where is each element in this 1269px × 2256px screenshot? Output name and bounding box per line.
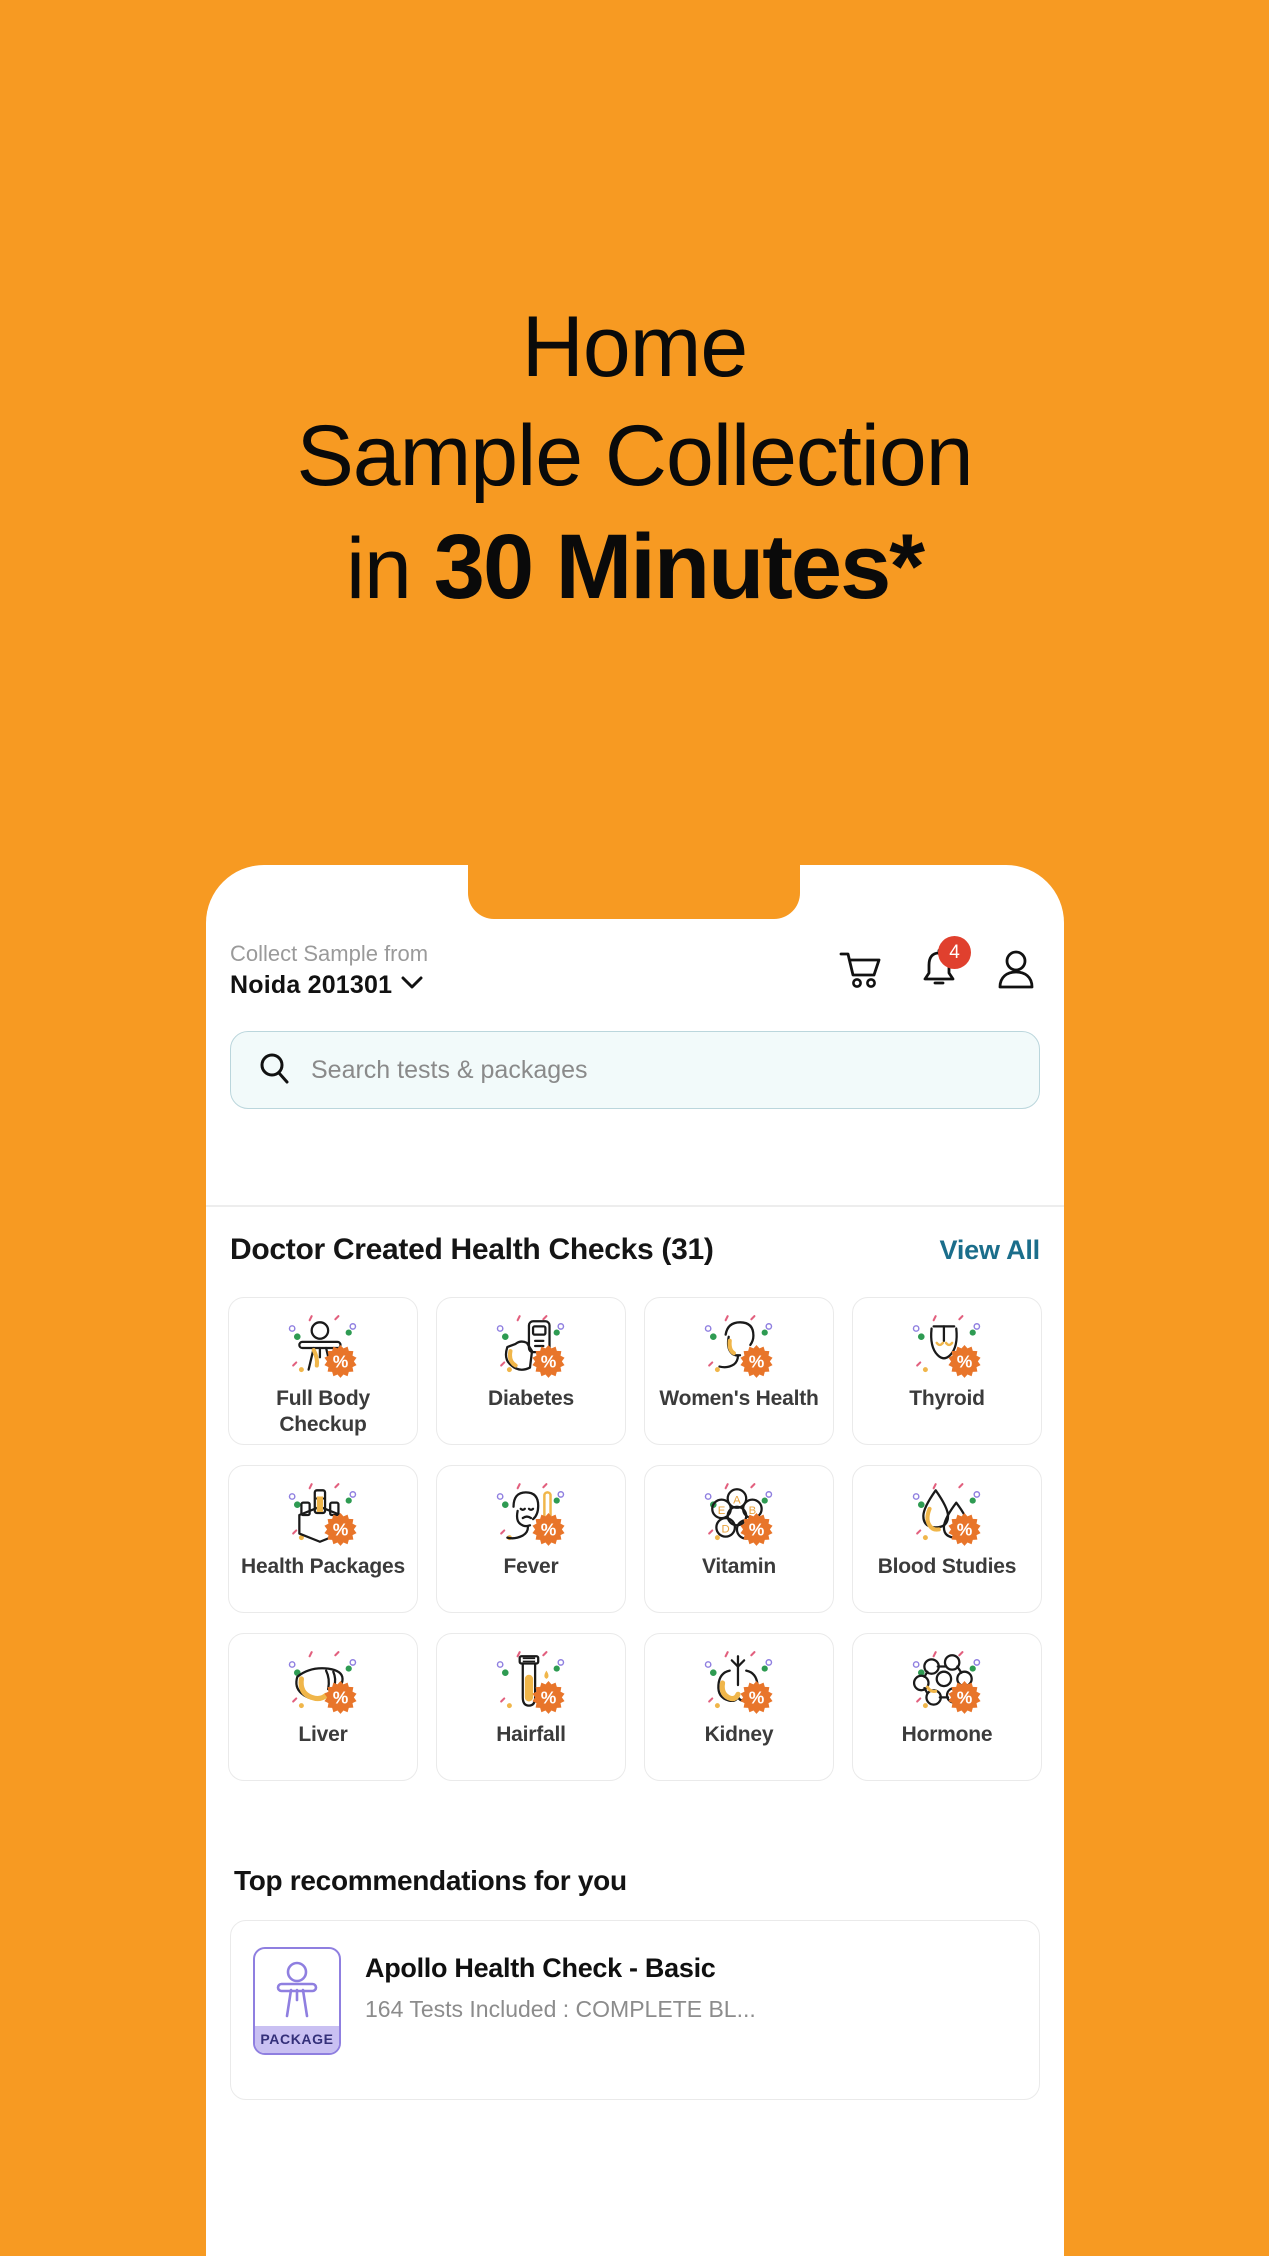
svg-text:%: %	[749, 1688, 765, 1708]
header-icon-group: 4	[838, 936, 1036, 991]
svg-text:%: %	[333, 1688, 349, 1708]
search-section: Search tests & packages	[206, 1031, 1064, 1109]
category-label: Hormone	[901, 1723, 993, 1746]
header-divider	[206, 1205, 1064, 1207]
fever-thermometer-icon: %	[495, 1482, 567, 1548]
category-card[interactable]: % Hairfall	[436, 1633, 626, 1781]
category-card[interactable]: % Hormone	[852, 1633, 1042, 1781]
health-checks-header: Doctor Created Health Checks (31) View A…	[206, 1233, 1064, 1267]
svg-text:%: %	[541, 1688, 557, 1708]
hero-line-3: in 30 Minutes*	[0, 517, 1269, 618]
category-label: Vitamin	[701, 1555, 777, 1578]
category-card[interactable]: % Kidney	[644, 1633, 834, 1781]
category-label: Fever	[503, 1555, 559, 1578]
womens-health-icon: %	[703, 1314, 775, 1380]
category-card[interactable]: % Diabetes	[436, 1297, 626, 1445]
chevron-down-icon	[401, 976, 423, 995]
category-label: Full Body Checkup	[276, 1387, 370, 1436]
notification-badge: 4	[938, 936, 971, 969]
hero-headline: Home Sample Collection in 30 Minutes*	[0, 300, 1269, 618]
svg-text:E: E	[718, 1505, 726, 1517]
category-card[interactable]: % Fever	[436, 1465, 626, 1613]
location-selector[interactable]: Collect Sample from Noida 201301	[230, 940, 838, 1000]
search-placeholder: Search tests & packages	[311, 1055, 588, 1084]
hero-line-1: Home	[521, 299, 748, 395]
svg-text:%: %	[957, 1520, 973, 1540]
thyroid-gland-icon: %	[911, 1314, 983, 1380]
category-card[interactable]: % Blood Studies	[852, 1465, 1042, 1613]
category-label: Women's Health	[659, 1387, 819, 1410]
full-body-checkup-icon: %	[287, 1314, 359, 1380]
category-label: Kidney	[704, 1723, 774, 1746]
recommendation-name: Apollo Health Check - Basic	[365, 1953, 716, 1983]
category-label: Diabetes	[488, 1387, 574, 1410]
recommendations-title: Top recommendations for you	[234, 1865, 627, 1896]
app-header: Collect Sample from Noida 201301 4	[206, 927, 1064, 1013]
package-tag-label: PACKAGE	[255, 2026, 339, 2053]
view-all-link[interactable]: View All	[940, 1235, 1041, 1266]
svg-text:D: D	[722, 1523, 730, 1535]
phone-mockup: Collect Sample from Noida 201301 4 Searc…	[206, 865, 1064, 2256]
diabetes-glucometer-icon: %	[495, 1314, 567, 1380]
hormone-molecule-icon: %	[911, 1650, 983, 1716]
phone-notch	[468, 865, 800, 919]
test-tube-icon: %	[495, 1650, 567, 1716]
svg-text:%: %	[749, 1520, 765, 1540]
category-card[interactable]: % Full Body Checkup	[228, 1297, 418, 1445]
vitamin-icon: ABEDC%	[703, 1482, 775, 1548]
category-label: Hairfall	[496, 1723, 566, 1746]
category-card[interactable]: % Women's Health	[644, 1297, 834, 1445]
location-value: Noida 201301	[230, 970, 393, 999]
svg-text:%: %	[957, 1352, 973, 1372]
category-label: Blood Studies	[877, 1555, 1017, 1578]
kidney-icon: %	[703, 1650, 775, 1716]
category-card[interactable]: % Health Packages	[228, 1465, 418, 1613]
hero-line-3-prefix: in	[345, 521, 434, 618]
svg-text:%: %	[957, 1688, 973, 1708]
svg-text:%: %	[541, 1352, 557, 1372]
hero-line-3-emphasis: 30 Minutes*	[433, 516, 925, 619]
package-thumbnail: PACKAGE	[253, 1947, 341, 2055]
notifications-button[interactable]: 4	[920, 936, 971, 991]
category-label: Liver	[298, 1723, 348, 1746]
package-person-icon	[271, 1949, 323, 2026]
section-title: Doctor Created Health Checks (31)	[230, 1233, 714, 1266]
category-card[interactable]: ABEDC% Vitamin	[644, 1465, 834, 1613]
cart-button[interactable]	[838, 950, 882, 990]
health-check-category-grid: % Full Body Checkup% Diabetes% Women's Heal…	[206, 1297, 1064, 1781]
search-icon	[257, 1051, 291, 1090]
category-label: Thyroid	[909, 1387, 985, 1410]
recommendation-subtitle: 164 Tests Included : COMPLETE BL...	[365, 1996, 756, 2022]
svg-text:%: %	[333, 1352, 349, 1372]
profile-button[interactable]	[996, 949, 1036, 991]
recommendation-card[interactable]: PACKAGE Apollo Health Check - Basic 164 …	[230, 1920, 1040, 2100]
svg-text:%: %	[749, 1352, 765, 1372]
liver-icon: %	[287, 1650, 359, 1716]
category-label: Health Packages	[241, 1555, 405, 1578]
svg-text:%: %	[541, 1520, 557, 1540]
svg-text:A: A	[733, 1495, 741, 1507]
location-label: Collect Sample from	[230, 941, 429, 967]
category-card[interactable]: % Liver	[228, 1633, 418, 1781]
category-card[interactable]: % Thyroid	[852, 1297, 1042, 1445]
health-packages-box-icon: %	[287, 1482, 359, 1548]
search-input[interactable]: Search tests & packages	[230, 1031, 1040, 1109]
svg-text:%: %	[333, 1520, 349, 1540]
hero-line-2: Sample Collection	[296, 407, 973, 504]
blood-drop-icon: %	[911, 1482, 983, 1548]
